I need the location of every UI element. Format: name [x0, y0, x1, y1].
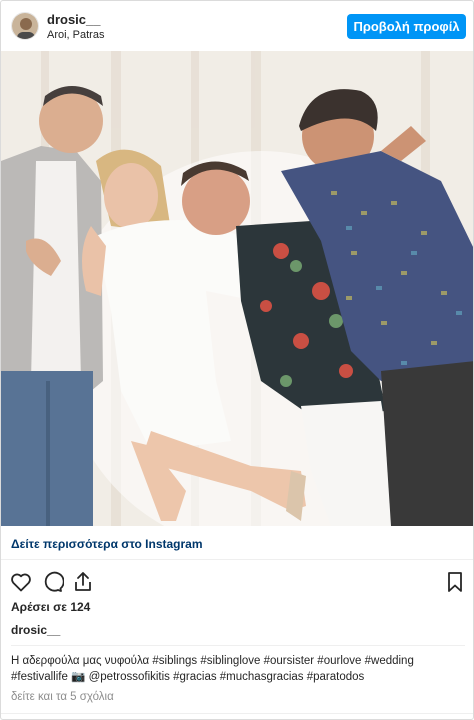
post-location[interactable]: Aroi, Patras [47, 29, 104, 41]
post-photo[interactable] [1, 51, 473, 526]
caption-line: Η αδερφούλα μας νυφούλα #siblings #sibli… [11, 655, 414, 667]
avatar[interactable] [11, 12, 39, 40]
divider [1, 713, 473, 714]
heart-icon[interactable] [9, 570, 33, 594]
see-more-on-instagram-link[interactable]: Δείτε περισσότερα στο Instagram [11, 537, 203, 551]
post-username[interactable]: drosic__ [47, 12, 100, 27]
post-caption: Η αδερφούλα μας νυφούλα #siblings #sibli… [11, 653, 466, 685]
bookmark-icon[interactable] [443, 570, 467, 594]
share-icon[interactable] [71, 570, 95, 594]
comment-icon[interactable] [40, 570, 64, 594]
view-profile-button[interactable]: Προβολή προφίλ [347, 14, 466, 39]
caption-line: #festivallife 📷 @petrossofikitis #gracia… [11, 671, 365, 683]
post-header: drosic__ Aroi, Patras Προβολή προφίλ [1, 1, 473, 51]
post-actions [1, 567, 473, 597]
likes-count[interactable]: Αρέσει σε 124 [11, 600, 90, 614]
divider [11, 645, 465, 646]
divider [1, 559, 473, 560]
post-owner-username[interactable]: drosic__ [11, 623, 60, 637]
instagram-embed-card: drosic__ Aroi, Patras Προβολή προφίλ Δεί… [0, 0, 474, 720]
view-all-comments-link[interactable]: δείτε και τα 5 σχόλια [11, 691, 114, 703]
